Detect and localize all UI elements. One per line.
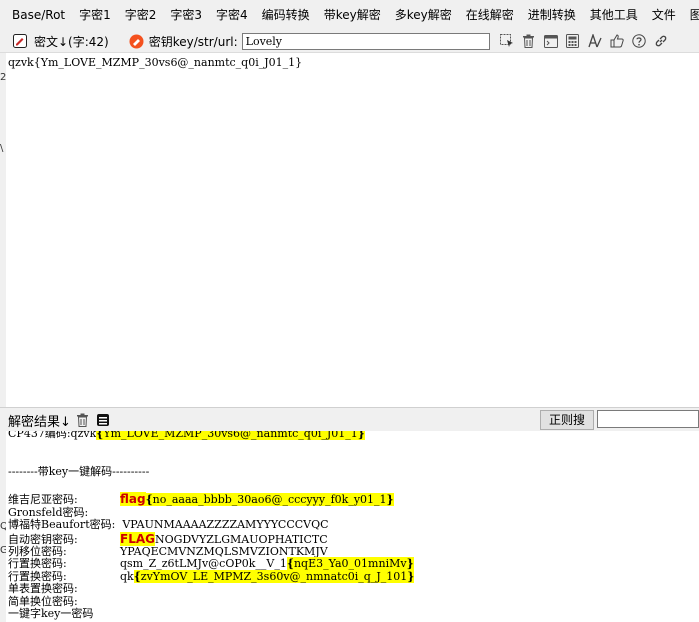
output-line-cp437: CP437编码:qzvk{Ym_LOVE_MZMP_30vs6@_nanmtc_… xyxy=(8,431,699,441)
result-label: 解密结果↓ xyxy=(8,414,71,430)
output-line-vigenere: 维吉尼亚密码: flag{no_aaaa_bbbb_30ao6@_cccyyy_f… xyxy=(8,491,394,506)
regex-search-input[interactable] xyxy=(597,410,699,428)
ciphertext-textarea[interactable]: qzvk{Ym_LOVE_MZMP_30vs6@_nanmtc_q0i_J01_… xyxy=(6,53,699,406)
font-icon[interactable] xyxy=(587,33,603,49)
toolbar: 密文↓(字:42) 密钥key/str/url: Lovely xyxy=(0,30,699,53)
menu-multikey-decrypt[interactable]: 多key解密 xyxy=(388,0,459,30)
cipher-label: 密文↓(字:42) xyxy=(34,34,109,49)
output-line-row-transposition-2: 行置换密码: qk{zvYmOV_LE_MPMZ_3s60v@_nmnatc0i_… xyxy=(8,569,415,583)
menu-base-convert[interactable]: 进制转换 xyxy=(521,0,583,30)
menu-base-rot[interactable]: Base/Rot xyxy=(0,0,72,30)
output-line-beaufort: 博福特Beaufort密码: VPAUNMAAAAZZZZAMYYYCCCVQC xyxy=(8,518,329,531)
output-line-partial: 一键字key一密码 xyxy=(8,607,94,620)
output-line-row-transposition: 行置换密码: qsm_Z_z6tLMJv@cOP0k__V_1{nqE3_Ya0_… xyxy=(8,557,414,570)
menu-zimi4[interactable]: 字密4 xyxy=(209,0,255,30)
terminal-icon[interactable] xyxy=(543,33,559,49)
ciphertext-value: qzvk{Ym_LOVE_MZMP_30vs6@_nanmtc_q0i_J01_… xyxy=(8,56,303,69)
output-blank xyxy=(8,441,699,454)
trash-icon[interactable] xyxy=(521,33,537,49)
menu-file[interactable]: 文件 xyxy=(645,0,683,30)
edit-icon[interactable] xyxy=(12,33,28,49)
eraser-icon[interactable] xyxy=(129,33,145,49)
trash-icon[interactable] xyxy=(75,412,91,428)
menu-online-decrypt[interactable]: 在线解密 xyxy=(459,0,521,30)
output-blank xyxy=(8,478,699,491)
menu-bar: Base/Rot 字密1 字密2 字密3 字密4 编码转换 带key解密 多ke… xyxy=(0,0,699,30)
output-line-simple-substitution: 单表置换密码: xyxy=(8,582,78,595)
key-label: 密钥key/str/url: xyxy=(148,34,238,49)
output-section-header: --------带key一键解码---------- xyxy=(8,464,150,478)
menu-encoding[interactable]: 编码转换 xyxy=(255,0,317,30)
thumbs-up-icon[interactable] xyxy=(609,33,625,49)
menu-zimi1[interactable]: 字密1 xyxy=(72,0,118,30)
help-icon[interactable] xyxy=(631,33,647,49)
menu-other-tools[interactable]: 其他工具 xyxy=(583,0,645,30)
menu-image[interactable]: 图 xyxy=(683,0,699,30)
calculator-icon[interactable] xyxy=(565,33,581,49)
regex-search-button[interactable]: 正则搜 xyxy=(540,410,594,430)
link-icon[interactable] xyxy=(653,33,669,49)
result-output[interactable]: CP437编码:qzvk{Ym_LOVE_MZMP_30vs6@_nanmtc_… xyxy=(6,431,699,622)
menu-key-decrypt[interactable]: 带key解密 xyxy=(317,0,388,30)
result-bar: 解密结果↓ xyxy=(0,407,699,432)
key-input[interactable]: Lovely xyxy=(241,32,490,50)
side-fragment: \ xyxy=(0,143,4,154)
output-line-autokey: 自动密钥密码: FLAGNOGDVYZLGMAUOPHATICTC xyxy=(8,531,328,546)
menu-zimi3[interactable]: 字密3 xyxy=(163,0,209,30)
select-icon[interactable] xyxy=(499,33,515,49)
output-blank xyxy=(8,453,699,466)
output-line-simple-transposition: 简单换位密码: xyxy=(8,594,78,608)
copy-icon[interactable] xyxy=(95,412,111,428)
menu-zimi2[interactable]: 字密2 xyxy=(118,0,164,30)
